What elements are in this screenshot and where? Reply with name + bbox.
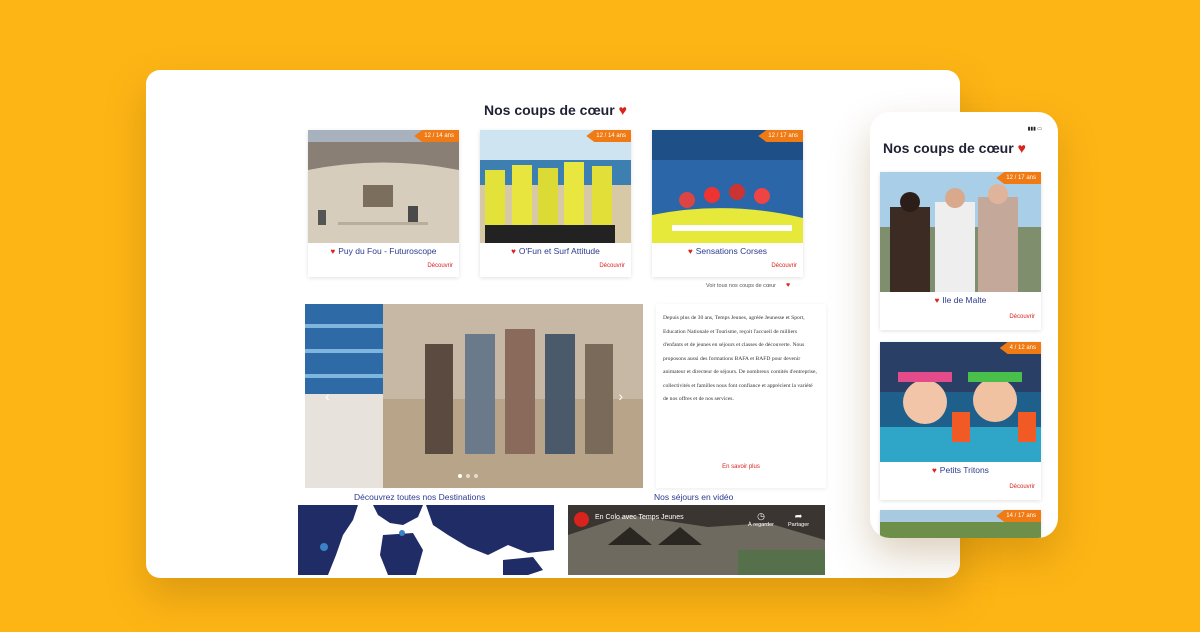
discover-link[interactable]: Découvrir: [599, 263, 625, 269]
card-title[interactable]: ♥ Petits Tritons: [880, 465, 1041, 475]
about-text: Depuis plus de 30 ans, Temps Jeunes, agr…: [663, 315, 817, 402]
destinations-map[interactable]: [298, 505, 554, 575]
card-title[interactable]: ♥ Puy du Fou - Futuroscope: [308, 246, 459, 256]
world-map: [298, 505, 554, 575]
carousel-dots: [458, 474, 478, 478]
watch-later-button[interactable]: ◷ À regarder: [748, 511, 774, 528]
card-photo: [652, 130, 803, 243]
discover-link[interactable]: Découvrir: [1009, 484, 1035, 490]
age-badge: 14 / 17 ans: [996, 510, 1041, 522]
status-bar-icons: ▮▮▮ ▭: [1027, 126, 1042, 132]
card-photo: [880, 172, 1041, 292]
heart-icon: ♥: [786, 282, 791, 289]
mobile-screen: ▮▮▮ ▭ Nos coups de cœur ♥ 12 / 17 ans ♥ I…: [870, 112, 1058, 538]
card-photo: [480, 130, 631, 243]
chevron-right-icon[interactable]: ›: [618, 388, 623, 404]
card-ofun-surf[interactable]: 12 / 14 ans ♥ O'Fun et Surf Attitude Déco…: [480, 130, 631, 277]
learn-more-link[interactable]: En savoir plus: [656, 464, 826, 470]
carousel-dot[interactable]: [458, 474, 462, 478]
carousel-dot[interactable]: [474, 474, 478, 478]
destinations-title: Découvrez toutes nos Destinations: [354, 492, 486, 502]
share-button[interactable]: ➦ Partager: [788, 511, 809, 528]
card-puy-du-fou[interactable]: 12 / 14 ans ♥ Puy du Fou - Futuroscope Dé…: [308, 130, 459, 277]
carousel-image: [305, 304, 643, 488]
card-photo: [308, 130, 459, 243]
discover-link[interactable]: Découvrir: [1009, 314, 1035, 320]
card-title[interactable]: ♥ O'Fun et Surf Attitude: [480, 246, 631, 256]
card-ile-de-malte[interactable]: 12 / 17 ans ♥ Ile de Malte Découvrir: [880, 172, 1041, 330]
card-title[interactable]: ♥ Sensations Corses: [652, 246, 803, 256]
channel-logo: [574, 512, 589, 527]
card-sensations-corses[interactable]: 12 / 17 ans ♥ Sensations Corses Découvrir: [652, 130, 803, 277]
carousel-dot[interactable]: [466, 474, 470, 478]
age-badge: 12 / 17 ans: [996, 172, 1041, 184]
share-icon: ➦: [794, 511, 803, 521]
heart-icon: ♥: [934, 296, 940, 305]
heart-icon: ♥: [932, 466, 937, 475]
desktop-screen: Nos coups de cœur ♥ 12 / 14 ans ♥ Puy du …: [146, 70, 960, 578]
card-photo: [880, 342, 1041, 462]
heart-icon: ♥: [618, 102, 627, 118]
section-title: Nos coups de cœur ♥: [484, 102, 627, 118]
card-title[interactable]: ♥ Ile de Malte: [880, 295, 1041, 305]
heart-icon: ♥: [330, 247, 336, 256]
heart-icon: ♥: [511, 247, 516, 256]
clock-icon: ◷: [757, 511, 765, 521]
age-badge: 4 / 12 ans: [999, 342, 1041, 354]
discover-link[interactable]: Découvrir: [427, 263, 453, 269]
age-badge: 12 / 17 ans: [758, 130, 803, 142]
card-partial[interactable]: 14 / 17 ans: [880, 510, 1041, 538]
videos-title: Nos séjours en vidéo: [654, 492, 734, 502]
age-badge: 12 / 14 ans: [414, 130, 459, 142]
card-petits-tritons[interactable]: 4 / 12 ans ♥ Petits Tritons Découvrir: [880, 342, 1041, 500]
age-badge: 12 / 14 ans: [586, 130, 631, 142]
section-title: Nos coups de cœur ♥: [883, 140, 1026, 156]
video-player[interactable]: En Colo avec Temps Jeunes ◷ À regarder ➦…: [568, 505, 825, 575]
discover-link[interactable]: Découvrir: [771, 263, 797, 269]
see-all-favorites-link[interactable]: Voir tous nos coups de cœur ♥: [706, 282, 790, 289]
heart-icon: ♥: [1017, 140, 1026, 156]
video-title[interactable]: En Colo avec Temps Jeunes: [595, 514, 684, 521]
about-block: Depuis plus de 30 ans, Temps Jeunes, agr…: [656, 304, 826, 488]
photo-carousel[interactable]: ‹ ›: [305, 304, 643, 488]
heart-icon: ♥: [687, 247, 693, 256]
chevron-left-icon[interactable]: ‹: [325, 388, 330, 404]
